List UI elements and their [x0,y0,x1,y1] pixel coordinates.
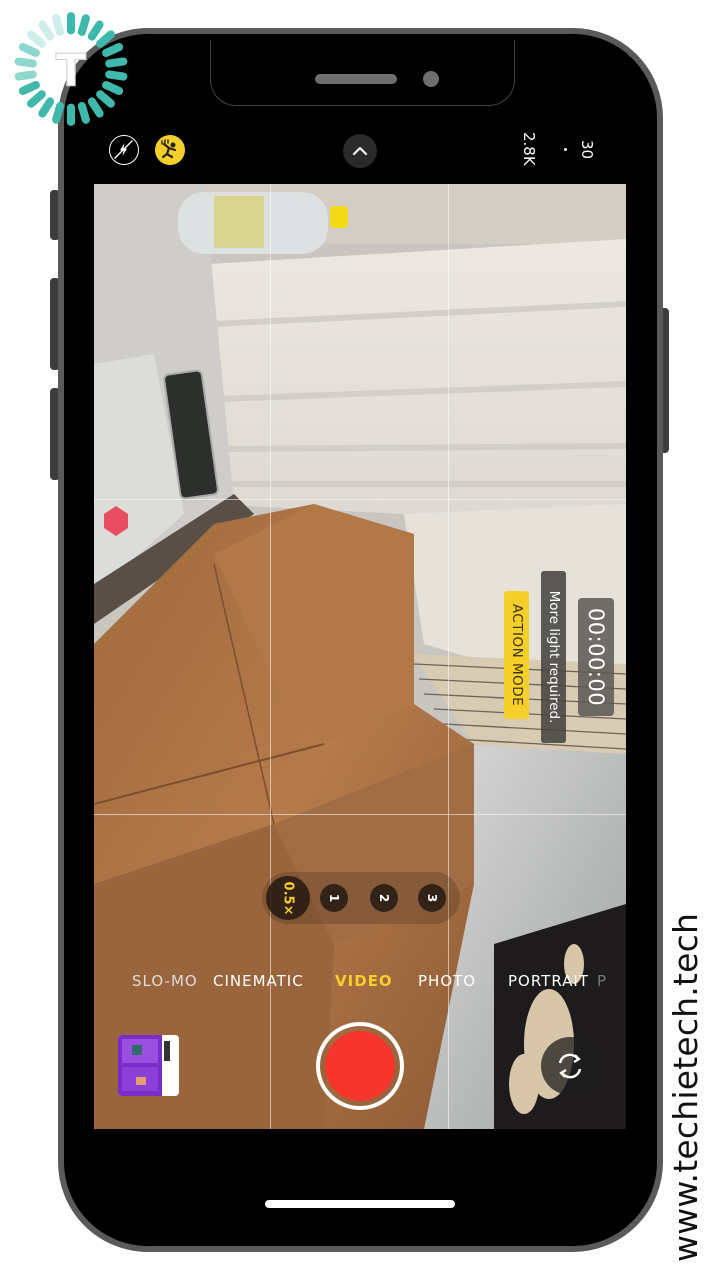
zoom-selector: 0.5× 1 2 3 [262,872,460,924]
mode-portrait[interactable]: PORTRAIT [508,972,589,990]
mode-slo-mo[interactable]: SLO-MO [132,972,198,990]
logo-icon: T [14,12,128,126]
mode-video[interactable]: VIDEO [335,972,393,990]
logo-tick [38,20,55,41]
speaker-grille [315,74,397,84]
chevron-up-icon[interactable] [343,134,377,168]
front-camera [423,71,439,87]
home-indicator[interactable] [265,1200,455,1208]
mode-selector: SLO-MO CINEMATIC VIDEO PHOTO PORTRAIT P [94,972,626,996]
logo-tick [26,90,46,108]
logo-tick [14,57,37,68]
resolution-label[interactable]: 2.8K [520,132,538,166]
logo-tick [87,97,104,118]
svg-text:T: T [56,43,87,96]
camera-flip-button[interactable] [541,1037,599,1095]
camera-top-bar: 2.8K 30 [94,120,626,182]
logo-tick [102,42,124,58]
frame-rate-label[interactable]: 30 [578,140,596,159]
logo-tick [38,97,55,118]
logo-tick [14,70,37,81]
logo-tick [105,57,128,68]
logo-tick [87,20,104,41]
logo-tick [77,102,90,124]
techietech-logo: T [10,8,132,130]
notch [210,40,515,106]
zoom-3x-button[interactable]: 3 [418,884,446,912]
record-button[interactable] [316,1022,404,1110]
warning-text: More light required. [545,590,562,724]
logo-tick [18,80,40,96]
logo-tick [96,30,116,48]
logo-tick [52,102,65,124]
timer-text: 00:00:00 [584,607,608,707]
action-mode-text: ACTION MODE [508,603,525,707]
camera-flip-icon [558,1053,582,1079]
grid-line-horizontal [94,814,626,815]
grid-line-horizontal [94,499,626,500]
mode-cinematic[interactable]: CINEMATIC [213,972,304,990]
viewfinder[interactable]: 00:00:00 More light required. ACTION MOD… [94,184,626,1129]
zoom-2x-button[interactable]: 2 [370,884,398,912]
low-light-warning: More light required. [541,571,566,743]
action-mode-icon[interactable] [155,135,185,165]
logo-tick [77,14,90,36]
action-mode-badge: ACTION MODE [504,591,529,719]
logo-tick [18,42,40,58]
logo-tick [52,14,65,36]
logo-tick [26,30,46,48]
recording-timer: 00:00:00 [578,598,614,716]
screenshot: T 2.8K 30 00:00:00 More light required. … [0,0,720,1280]
last-photo-thumbnail[interactable] [118,1035,179,1096]
mode-photo[interactable]: PHOTO [418,972,476,990]
watermark-url: www.techietech.tech [666,912,705,1262]
logo-tick [105,70,128,81]
zoom-0.5x-button[interactable]: 0.5× [266,876,310,920]
mode-pano[interactable]: P [597,972,607,990]
zoom-1x-button[interactable]: 1 [320,884,348,912]
record-icon [325,1031,395,1101]
logo-tick [96,90,116,108]
separator-dot [564,148,567,151]
logo-tick [102,80,124,96]
flash-off-icon[interactable] [109,135,139,165]
